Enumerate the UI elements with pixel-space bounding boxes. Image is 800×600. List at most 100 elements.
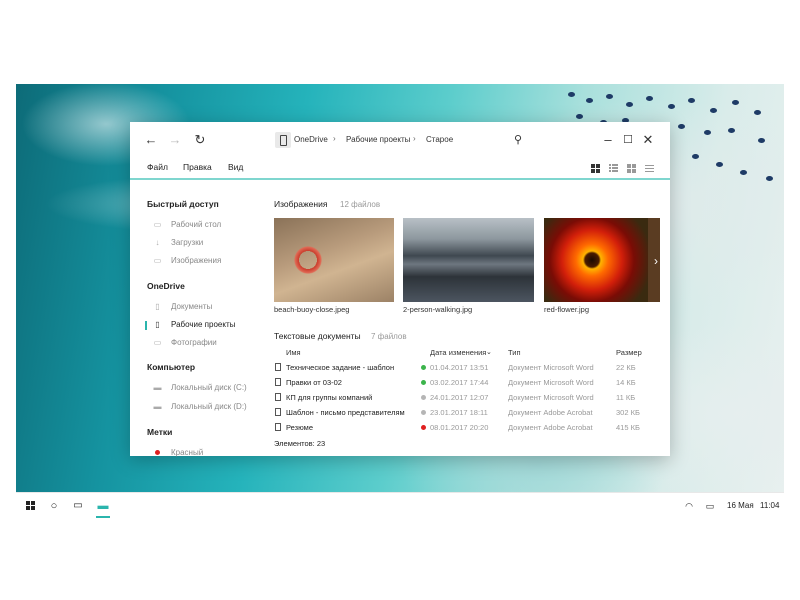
beach-umbrella (646, 96, 653, 101)
refresh-icon[interactable]: ↻ (192, 132, 208, 148)
status-dot-green (421, 365, 426, 370)
column-header-name[interactable]: Имя (286, 348, 301, 357)
sidebar-heading-tags[interactable]: Метки (147, 427, 172, 437)
file-size: 11 КБ (616, 393, 636, 402)
search-circle-icon[interactable]: ○ (47, 499, 61, 513)
documents-section-title: Текстовые документы (274, 331, 361, 341)
sidebar-item-red-tag[interactable]: Красный (171, 448, 203, 457)
wifi-icon[interactable]: ◠ (682, 499, 696, 513)
images-section-count: 12 файлов (340, 200, 381, 209)
search-icon[interactable]: ⚲ (510, 132, 526, 148)
table-row[interactable]: Резюме 08.01.2017 20:20 Документ Adobe A… (274, 420, 654, 435)
beach-umbrella (716, 162, 723, 167)
menu-bar: Файл Правка Вид (130, 158, 670, 180)
list-view-icon[interactable] (645, 164, 654, 173)
sidebar-heading-computer[interactable]: Компьютер (147, 362, 195, 372)
beach-umbrella (568, 92, 575, 97)
taskbar-time[interactable]: 11:04 (760, 501, 779, 510)
file-name: КП для группы компаний (286, 393, 373, 402)
sidebar-item-drive-d[interactable]: Локальный диск (D:) (171, 402, 247, 411)
file-explorer-window: ← → ↻ OneDrive › Рабочие проекты › Старо… (130, 122, 670, 457)
maximize-icon[interactable]: ☐ (620, 132, 636, 148)
column-header-size[interactable]: Размер (616, 348, 642, 357)
beach-umbrella (692, 154, 699, 159)
column-header-date[interactable]: Дата изменения (430, 348, 486, 357)
status-dot-gray (421, 395, 426, 400)
desktop-screen: ← → ↻ OneDrive › Рабочие проекты › Старо… (16, 84, 784, 518)
phone-icon (275, 132, 291, 148)
navigation-pane: Быстрый доступ ▭ Рабочий стол ↓ Загрузки… (130, 182, 258, 457)
document-icon (275, 363, 281, 371)
large-icons-view-icon[interactable] (591, 164, 600, 173)
beach-umbrella (728, 128, 735, 133)
menu-file[interactable]: Файл (147, 162, 168, 172)
breadcrumb-work-projects[interactable]: Рабочие проекты (346, 135, 410, 144)
menu-view[interactable]: Вид (228, 162, 243, 172)
file-type: Документ Adobe Acrobat (508, 408, 593, 417)
file-explorer-icon[interactable]: ▬ (96, 499, 110, 513)
image-thumbnail-buoy[interactable] (274, 218, 394, 302)
status-bar-count: Элементов: 23 (274, 439, 326, 448)
file-name: Правки от 03-02 (286, 378, 342, 387)
table-row[interactable]: КП для группы компаний 24.01.2017 12:07 … (274, 390, 654, 405)
sidebar-item-documents[interactable]: Документы (171, 302, 212, 311)
file-type: Документ Adobe Acrobat (508, 423, 593, 432)
menu-edit[interactable]: Правка (183, 162, 212, 172)
sidebar-item-desktop[interactable]: Рабочий стол (171, 220, 221, 229)
document-icon (275, 378, 281, 386)
desktop-icon: ▭ (153, 220, 162, 229)
column-header-type[interactable]: Тип (508, 348, 521, 357)
chevron-right-icon[interactable]: › (654, 254, 658, 268)
status-dot-red (421, 425, 426, 430)
beach-umbrella (732, 100, 739, 105)
drive-icon: ▬ (153, 383, 162, 392)
chevron-right-icon: › (413, 134, 416, 143)
sidebar-heading-quick-access[interactable]: Быстрый доступ (147, 199, 219, 209)
sidebar-item-drive-c[interactable]: Локальный диск (C:) (171, 383, 247, 392)
details-view-icon[interactable] (609, 164, 618, 173)
table-row[interactable]: Правки от 03-02 03.02.2017 17:44 Докумен… (274, 375, 654, 390)
file-name: Техническое задание - шаблон (286, 363, 395, 372)
beach-umbrella (586, 98, 593, 103)
table-row[interactable]: Шаблон - письмо представителям 23.01.201… (274, 405, 654, 420)
minimize-icon[interactable]: – (600, 132, 616, 148)
file-size: 14 КБ (616, 378, 636, 387)
file-type: Документ Microsoft Word (508, 363, 594, 372)
images-section-title: Изображения (274, 199, 328, 209)
sidebar-item-images[interactable]: Изображения (171, 256, 221, 265)
beach-umbrella (678, 124, 685, 129)
table-row[interactable]: Техническое задание - шаблон 01.04.2017 … (274, 360, 654, 375)
image-thumbnail-walking[interactable] (403, 218, 534, 302)
red-dot-icon (155, 450, 160, 455)
sidebar-item-work-projects[interactable]: Рабочие проекты (171, 320, 235, 329)
windows-start-icon[interactable] (26, 501, 36, 511)
active-indicator (145, 321, 147, 330)
document-icon (275, 393, 281, 401)
tiles-view-icon[interactable] (627, 164, 636, 173)
image-thumbnail-flower[interactable] (544, 218, 648, 302)
beach-umbrella (704, 130, 711, 135)
sidebar-heading-onedrive[interactable]: OneDrive (147, 281, 185, 291)
close-icon[interactable]: ✕ (640, 132, 656, 148)
beach-umbrella (576, 114, 583, 119)
beach-umbrella (606, 94, 613, 99)
back-arrow-icon[interactable]: ← (143, 132, 159, 148)
file-name: Резюме (286, 423, 313, 432)
breadcrumb-onedrive[interactable]: OneDrive (294, 135, 328, 144)
status-dot-gray (421, 410, 426, 415)
taskbar-date[interactable]: 16 Мая (727, 501, 754, 510)
sidebar-item-downloads[interactable]: Загрузки (171, 238, 203, 247)
battery-icon[interactable]: ▭ (703, 499, 717, 513)
chevron-down-icon[interactable]: ⌄ (486, 348, 492, 356)
file-date: 08.01.2017 20:20 (430, 423, 489, 432)
breadcrumb-old[interactable]: Старое (426, 135, 453, 144)
forward-arrow-icon[interactable]: → (167, 132, 183, 148)
beach-umbrella (754, 110, 761, 115)
beach-umbrella (688, 98, 695, 103)
file-date: 24.01.2017 12:07 (430, 393, 489, 402)
sidebar-item-photos[interactable]: Фотографии (171, 338, 217, 347)
beach-umbrella (766, 176, 773, 181)
file-type: Документ Microsoft Word (508, 378, 594, 387)
title-bar: ← → ↻ OneDrive › Рабочие проекты › Старо… (130, 122, 670, 158)
task-view-icon[interactable]: ▭ (71, 499, 85, 513)
